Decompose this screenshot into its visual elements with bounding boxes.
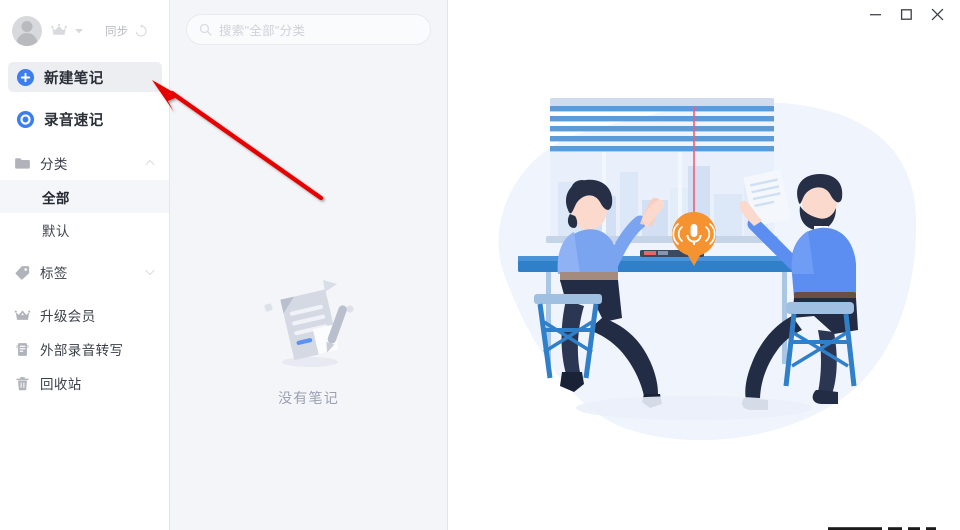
category-item-default[interactable]: 默认 xyxy=(0,213,170,246)
chevron-up-icon[interactable] xyxy=(144,157,156,169)
chevron-down-icon[interactable] xyxy=(144,266,156,278)
quick-record-label: 录音速记 xyxy=(44,112,104,129)
sync-label: 同步 xyxy=(105,26,129,38)
new-note-button[interactable]: 新建笔记 xyxy=(8,62,162,92)
sidebar-item-upgrade-member[interactable]: 升级会员 xyxy=(0,298,170,332)
search-placeholder: 搜索"全部"分类 xyxy=(219,24,306,38)
note-list-panel: 搜索"全部"分类 没有笔记 xyxy=(170,0,448,530)
crown-icon[interactable] xyxy=(50,22,68,40)
main-stage xyxy=(448,0,960,530)
section-tags-label: 标签 xyxy=(40,266,68,281)
folder-icon xyxy=(15,157,30,169)
sync-control[interactable]: 同步 xyxy=(105,23,148,39)
window-controls xyxy=(869,8,944,21)
bottom-edge-strip xyxy=(828,527,936,530)
empty-state: 没有笔记 xyxy=(170,268,447,408)
floor-shadow xyxy=(576,396,812,420)
section-categories-label: 分类 xyxy=(40,157,68,172)
empty-state-text: 没有笔记 xyxy=(278,390,339,406)
sidebar-item-recycle-bin[interactable]: 回收站 xyxy=(0,366,170,400)
section-tags[interactable]: 标签 xyxy=(0,255,170,289)
sidebar-item-label: 升级会员 xyxy=(40,309,96,324)
section-categories[interactable]: 分类 xyxy=(0,146,170,180)
audio-file-icon xyxy=(16,342,29,356)
account-row[interactable]: 同步 xyxy=(0,0,170,62)
chevron-down-icon[interactable] xyxy=(73,25,85,37)
record-circle-icon xyxy=(16,110,35,128)
user-avatar[interactable] xyxy=(12,16,42,46)
tag-icon xyxy=(15,265,30,280)
crown-outline-icon xyxy=(14,309,31,320)
search-input[interactable]: 搜索"全部"分类 xyxy=(186,14,431,45)
category-item-label: 默认 xyxy=(42,223,70,239)
sidebar: 同步 新建笔记 录音速记 分类 全部 默认 标签 升级会员 外部录音转写 回收站 xyxy=(0,0,170,530)
sidebar-item-label: 回收站 xyxy=(40,377,82,392)
sidebar-item-external-audio-transcribe[interactable]: 外部录音转写 xyxy=(0,332,170,366)
category-item-all[interactable]: 全部 xyxy=(0,180,170,213)
meeting-recording-illustration xyxy=(498,98,917,441)
plus-circle-icon xyxy=(16,68,35,86)
empty-document-pen-icon xyxy=(263,280,354,367)
close-icon[interactable] xyxy=(931,8,944,21)
sidebar-item-label: 外部录音转写 xyxy=(40,343,124,358)
maximize-icon[interactable] xyxy=(900,8,913,21)
search-icon xyxy=(199,23,212,36)
app-window: 同步 新建笔记 录音速记 分类 全部 默认 标签 升级会员 外部录音转写 回收站… xyxy=(0,0,960,530)
minimize-icon[interactable] xyxy=(869,8,882,21)
new-note-label: 新建笔记 xyxy=(44,70,104,87)
trash-icon xyxy=(16,376,29,390)
quick-record-button[interactable]: 录音速记 xyxy=(8,104,162,134)
refresh-icon[interactable] xyxy=(134,24,148,38)
category-item-label: 全部 xyxy=(42,190,70,206)
